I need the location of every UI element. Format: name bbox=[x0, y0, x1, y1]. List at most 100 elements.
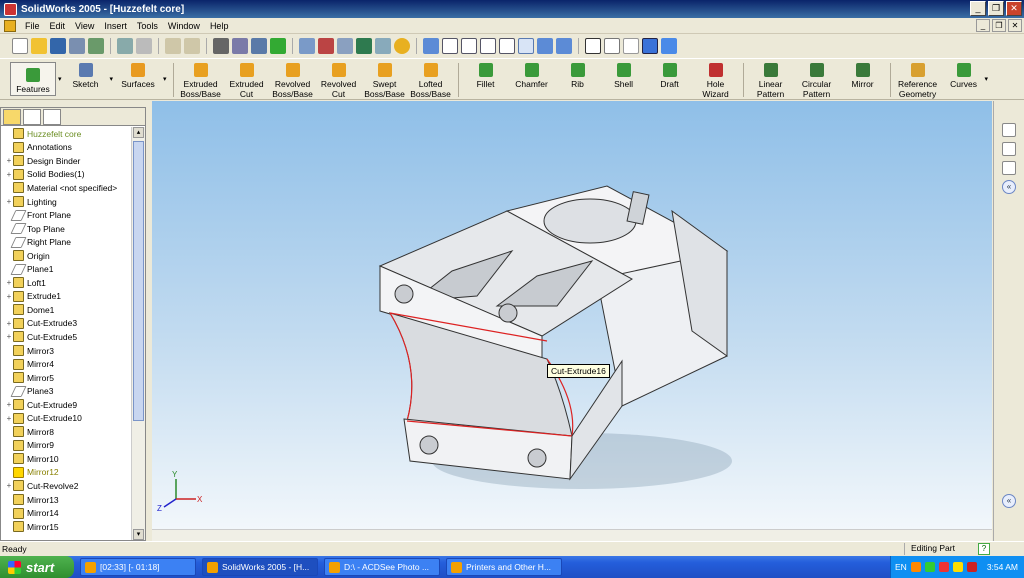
tree-item[interactable]: Mirror14 bbox=[5, 506, 132, 520]
tree-item[interactable]: Mirror3 bbox=[5, 344, 132, 358]
shaded-with-edges-icon[interactable] bbox=[642, 38, 658, 54]
tree-item[interactable]: Mirror15 bbox=[5, 520, 132, 534]
select-filter-icon[interactable] bbox=[232, 38, 248, 54]
help-icon[interactable] bbox=[394, 38, 410, 54]
tree-item[interactable]: Plane3 bbox=[5, 384, 132, 398]
tree-expander[interactable]: + bbox=[5, 292, 13, 301]
home-icon[interactable] bbox=[1002, 123, 1016, 137]
doc-restore-button[interactable]: ❐ bbox=[992, 19, 1006, 32]
tree-expander[interactable]: + bbox=[5, 156, 13, 165]
graphics-viewport[interactable]: Y X Z Cut-Extrude16 bbox=[152, 101, 992, 529]
document-icon[interactable] bbox=[4, 19, 16, 32]
shaded-icon[interactable] bbox=[661, 38, 677, 54]
collapse-pane-icon[interactable]: « bbox=[1002, 180, 1016, 194]
tray-app-icon[interactable] bbox=[910, 562, 921, 572]
tree-expander[interactable]: + bbox=[5, 319, 13, 328]
select-arrow-icon[interactable] bbox=[213, 38, 229, 54]
solidworks-app-icon[interactable] bbox=[4, 2, 17, 16]
hidden-lines-removed-icon[interactable] bbox=[623, 38, 639, 54]
sketch-tab[interactable]: Sketch bbox=[64, 59, 108, 89]
undo-icon[interactable] bbox=[165, 38, 181, 54]
tree-item[interactable]: Mirror5 bbox=[5, 371, 132, 385]
tree-item[interactable]: Annotations bbox=[5, 141, 132, 155]
taskbar-button[interactable]: [02:33] [- 01:18] bbox=[80, 558, 196, 576]
start-button[interactable]: start bbox=[0, 556, 74, 578]
grid-options-icon[interactable] bbox=[299, 38, 315, 54]
part-model[interactable]: Y X Z bbox=[152, 101, 992, 529]
viewport-horizontal-scrollbar[interactable] bbox=[152, 529, 992, 541]
redo-icon[interactable] bbox=[184, 38, 200, 54]
feature-manager-tab[interactable] bbox=[3, 109, 21, 125]
sketch-pencil-icon[interactable] bbox=[251, 38, 267, 54]
close-button[interactable]: ✕ bbox=[1006, 1, 1022, 16]
curves-dropdown[interactable]: ▾ bbox=[985, 75, 989, 83]
revolved-cut-button[interactable]: Revolved Cut bbox=[316, 59, 362, 99]
reference-geometry-button[interactable]: Reference Geometry bbox=[895, 59, 941, 99]
circular-pattern-button[interactable]: Circular Pattern bbox=[794, 59, 840, 99]
tree-expander[interactable]: + bbox=[5, 170, 13, 179]
fillet-button[interactable]: Fillet bbox=[463, 59, 509, 99]
surfaces-dropdown[interactable]: ▾ bbox=[163, 75, 167, 83]
features-tab[interactable]: Features bbox=[10, 62, 56, 96]
extruded-boss-button[interactable]: Extruded Boss/Base bbox=[178, 59, 224, 99]
zoom-selection-icon[interactable] bbox=[499, 38, 515, 54]
new-document-icon[interactable] bbox=[12, 38, 28, 54]
tray-antivirus-icon[interactable] bbox=[966, 562, 977, 572]
measure-icon[interactable] bbox=[337, 38, 353, 54]
rotate-view-icon[interactable] bbox=[518, 38, 534, 54]
zoom-in-out-icon[interactable] bbox=[480, 38, 496, 54]
tree-item[interactable]: Front Plane bbox=[5, 208, 132, 222]
make-assembly-icon[interactable] bbox=[88, 38, 104, 54]
tree-item[interactable]: + Cut-Extrude5 bbox=[5, 330, 132, 344]
design-library-icon[interactable] bbox=[1002, 142, 1016, 156]
scroll-up-arrow[interactable]: ▴ bbox=[133, 127, 144, 138]
feature-tree-scrollbar[interactable]: ▴ ▾ bbox=[131, 127, 145, 540]
taskbar-button[interactable]: SolidWorks 2005 - [H... bbox=[202, 558, 318, 576]
restore-button[interactable]: ❐ bbox=[988, 1, 1004, 16]
mass-properties-icon[interactable] bbox=[356, 38, 372, 54]
open-folder-icon[interactable] bbox=[31, 38, 47, 54]
tree-item[interactable]: + Cut-Extrude3 bbox=[5, 317, 132, 331]
tree-item[interactable]: Mirror10 bbox=[5, 452, 132, 466]
tree-item[interactable]: + Loft1 bbox=[5, 276, 132, 290]
tree-item[interactable]: Top Plane bbox=[5, 222, 132, 236]
rib-button[interactable]: Rib bbox=[555, 59, 601, 99]
zoom-to-fit-icon[interactable] bbox=[442, 38, 458, 54]
chamfer-button[interactable]: Chamfer bbox=[509, 59, 555, 99]
revolved-boss-button[interactable]: Revolved Boss/Base bbox=[270, 59, 316, 99]
curves-button[interactable]: Curves bbox=[941, 59, 987, 99]
make-drawing-icon[interactable] bbox=[69, 38, 85, 54]
surfaces-tab[interactable]: Surfaces bbox=[115, 59, 161, 89]
tree-expander[interactable]: + bbox=[5, 400, 13, 409]
extruded-cut-button[interactable]: Extruded Cut bbox=[224, 59, 270, 99]
tray-security-icon[interactable] bbox=[938, 562, 949, 572]
language-indicator[interactable]: EN bbox=[895, 562, 907, 572]
tree-item[interactable]: + Design Binder bbox=[5, 154, 132, 168]
configuration-manager-tab[interactable] bbox=[43, 109, 61, 125]
tree-item[interactable]: Mirror13 bbox=[5, 493, 132, 507]
tree-item[interactable]: + Solid Bodies(1) bbox=[5, 168, 132, 182]
doc-minimize-button[interactable]: _ bbox=[976, 19, 990, 32]
print-preview-icon[interactable] bbox=[136, 38, 152, 54]
property-manager-tab[interactable] bbox=[23, 109, 41, 125]
draft-button[interactable]: Draft bbox=[647, 59, 693, 99]
features-dropdown[interactable]: ▾ bbox=[58, 75, 62, 83]
tree-item[interactable]: Dome1 bbox=[5, 303, 132, 317]
tree-item[interactable]: Right Plane bbox=[5, 235, 132, 249]
print-icon[interactable] bbox=[117, 38, 133, 54]
status-help-icon[interactable]: ? bbox=[978, 543, 990, 555]
standard-views-icon[interactable] bbox=[556, 38, 572, 54]
tree-expander[interactable]: + bbox=[5, 332, 13, 341]
tray-volume-icon[interactable] bbox=[952, 562, 963, 572]
menu-edit[interactable]: Edit bbox=[45, 21, 71, 31]
tree-item[interactable]: Plane1 bbox=[5, 262, 132, 276]
menu-tools[interactable]: Tools bbox=[132, 21, 163, 31]
tree-item[interactable]: Mirror9 bbox=[5, 439, 132, 453]
sketch-dropdown[interactable]: ▾ bbox=[110, 75, 114, 83]
wireframe-icon[interactable] bbox=[585, 38, 601, 54]
tree-expander[interactable]: + bbox=[5, 481, 13, 490]
tree-expander[interactable]: + bbox=[5, 278, 13, 287]
tree-item[interactable]: + Lighting bbox=[5, 195, 132, 209]
shell-button[interactable]: Shell bbox=[601, 59, 647, 99]
rebuild-icon[interactable] bbox=[270, 38, 286, 54]
